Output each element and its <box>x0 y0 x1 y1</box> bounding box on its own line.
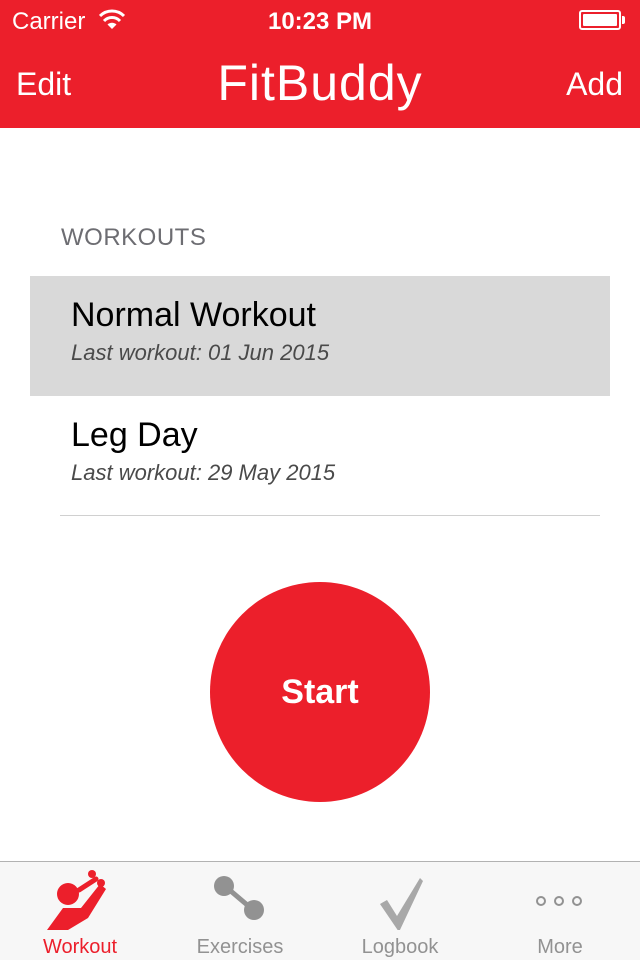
dumbbell-icon <box>214 876 264 920</box>
tab-exercises[interactable]: Exercises <box>160 862 320 960</box>
add-button[interactable]: Add <box>566 66 623 103</box>
tab-workout[interactable]: Workout <box>0 862 160 960</box>
workout-person-icon <box>47 870 106 930</box>
workout-row-leg-day[interactable]: Leg Day Last workout: 29 May 2015 <box>30 396 610 516</box>
status-bar: Carrier 10:23 PM <box>0 0 640 40</box>
app-title: FitBuddy <box>217 55 423 111</box>
tab-more[interactable]: More <box>480 862 640 960</box>
tab-logbook[interactable]: Logbook <box>320 862 480 960</box>
tab-label: More <box>537 936 583 958</box>
workouts-section-header: WORKOUTS <box>61 224 207 251</box>
navigation-header: Carrier 10:23 PM Edit FitBuddy Add <box>0 0 640 128</box>
tab-label: Exercises <box>196 936 284 958</box>
tab-bar: Workout Exercises Logbook More <box>0 861 640 960</box>
tab-label: Workout <box>42 936 118 958</box>
workout-name: Leg Day <box>71 416 198 454</box>
workout-last-date: Last workout: 01 Jun 2015 <box>71 340 330 365</box>
tab-label: Logbook <box>361 936 439 958</box>
battery-icon <box>579 10 625 30</box>
more-dots-icon <box>536 896 582 906</box>
status-time: 10:23 PM <box>267 8 373 35</box>
workout-name: Normal Workout <box>71 296 316 334</box>
workout-last-date: Last workout: 29 May 2015 <box>71 460 336 485</box>
start-workout-button[interactable]: Start <box>210 582 430 802</box>
checkmark-icon <box>380 878 423 930</box>
workout-row-normal-workout[interactable]: Normal Workout Last workout: 01 Jun 2015 <box>30 276 610 396</box>
list-divider <box>60 515 600 516</box>
